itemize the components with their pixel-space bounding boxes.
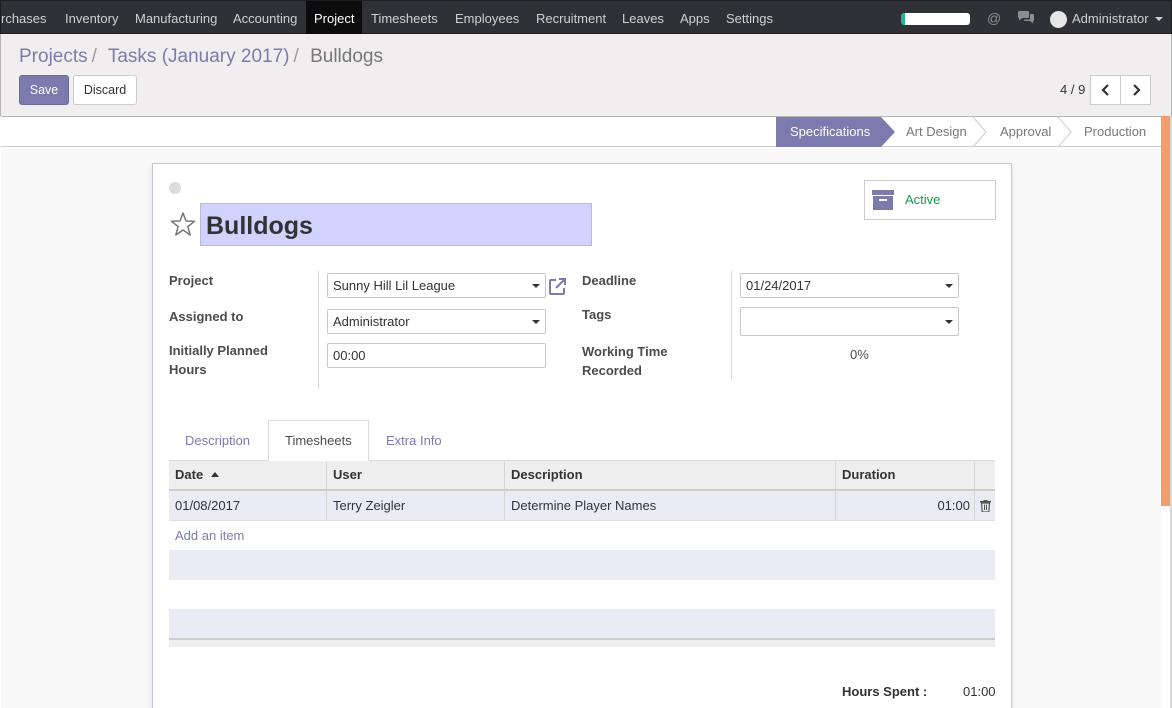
avatar[interactable] xyxy=(1050,11,1067,28)
assigned-to-select[interactable]: Administrator xyxy=(327,309,546,334)
working-time-value: 0% xyxy=(850,347,869,362)
project-label: Project xyxy=(169,273,214,288)
menu-recruitment[interactable]: Recruitment xyxy=(528,1,614,35)
timesheet-table-footer xyxy=(169,638,995,647)
breadcrumb-current: Bulldogs xyxy=(310,46,383,67)
menu-settings[interactable]: Settings xyxy=(718,1,781,35)
stage-separator xyxy=(1058,117,1072,147)
external-link-icon[interactable] xyxy=(548,277,567,296)
planned-hours-input[interactable]: 00:00 xyxy=(327,343,546,368)
planned-hours-label-line1: Initially Planned xyxy=(169,343,268,358)
tags-label: Tags xyxy=(582,307,612,322)
save-button[interactable]: Save xyxy=(19,75,69,105)
tags-select[interactable] xyxy=(740,307,959,336)
top-navbar: rchases Inventory Manufacturing Accounti… xyxy=(0,0,1172,36)
column-date[interactable]: Date xyxy=(169,461,327,489)
menu-accounting[interactable]: Accounting xyxy=(225,1,305,35)
row-duration: 01:00 xyxy=(836,491,975,520)
table-row[interactable]: 01/08/2017 Terry Zeigler Determine Playe… xyxy=(169,491,995,521)
kanban-state-icon[interactable] xyxy=(169,182,181,194)
assigned-to-select-value: Administrator xyxy=(333,314,410,329)
planned-hours-value: 00:00 xyxy=(333,348,366,363)
hours-spent-label: Hours Spent : xyxy=(842,684,928,699)
stage-specifications[interactable]: Specifications xyxy=(776,117,881,147)
menu-purchases[interactable]: rchases xyxy=(0,1,55,35)
row-user: Terry Zeigler xyxy=(327,491,505,520)
caret-down-icon xyxy=(532,320,540,324)
breadcrumb-tasks[interactable]: Tasks (January 2017) xyxy=(108,46,290,67)
pager-previous-button[interactable] xyxy=(1090,75,1121,105)
active-status-label: Active xyxy=(905,192,941,207)
working-time-label-line2: Recorded xyxy=(582,363,642,378)
star-icon[interactable] xyxy=(170,211,196,237)
project-select[interactable]: Sunny Hill Lil League xyxy=(327,273,546,298)
sort-ascending-icon xyxy=(211,472,220,477)
chevron-down-icon[interactable] xyxy=(1155,17,1163,21)
breadcrumb: Projects / Tasks (January 2017) / Bulldogs xyxy=(19,46,383,67)
chevron-left-icon xyxy=(1100,84,1109,96)
deadline-label: Deadline xyxy=(582,273,637,288)
deadline-value: 01/24/2017 xyxy=(746,278,812,293)
column-user[interactable]: User xyxy=(327,461,505,489)
project-select-value: Sunny Hill Lil League xyxy=(333,278,456,293)
stage-arrow xyxy=(881,117,895,147)
field-divider xyxy=(731,271,732,379)
chevron-right-icon xyxy=(1132,84,1141,96)
pager-value: 4 / 9 xyxy=(1060,82,1086,97)
menu-apps[interactable]: Apps xyxy=(672,1,718,35)
user-menu[interactable]: Administrator xyxy=(1072,1,1149,36)
assigned-to-label: Assigned to xyxy=(169,309,244,324)
tab-extra-info[interactable]: Extra Info xyxy=(370,420,458,461)
stage-statusbar: Specifications Art Design Approval Produ… xyxy=(1,116,1161,147)
menu-leaves[interactable]: Leaves xyxy=(614,1,672,35)
tab-timesheets[interactable]: Timesheets xyxy=(268,420,369,461)
caret-down-icon xyxy=(945,320,953,324)
menu-timesheets[interactable]: Timesheets xyxy=(363,1,446,35)
timesheet-table-header: Date User Description Duration xyxy=(169,461,995,491)
at-icon[interactable]: @ xyxy=(987,10,1001,26)
add-item-link[interactable]: Add an item xyxy=(175,528,244,543)
menu-manufacturing[interactable]: Manufacturing xyxy=(127,1,225,35)
loading-progressbar xyxy=(901,13,970,25)
deadline-input[interactable]: 01/24/2017 xyxy=(740,273,959,298)
archive-icon xyxy=(872,190,894,210)
trash-icon[interactable] xyxy=(980,500,991,512)
chat-icon[interactable] xyxy=(1017,10,1035,28)
discard-button[interactable]: Discard xyxy=(73,75,137,105)
tab-description[interactable]: Description xyxy=(169,420,266,461)
planned-hours-label-line2: Hours xyxy=(169,362,207,377)
task-name-input[interactable]: Bulldogs xyxy=(200,203,592,246)
menu-inventory[interactable]: Inventory xyxy=(57,1,126,35)
empty-row xyxy=(169,580,995,610)
empty-row xyxy=(169,609,995,639)
menu-project[interactable]: Project xyxy=(306,1,363,35)
control-panel: Projects / Tasks (January 2017) / Bulldogs… xyxy=(0,34,1172,116)
stage-separator xyxy=(973,117,987,147)
column-description[interactable]: Description xyxy=(505,461,836,489)
hours-spent-value: 01:00 xyxy=(963,684,996,699)
caret-down-icon xyxy=(532,284,540,288)
row-date: 01/08/2017 xyxy=(169,491,327,520)
working-time-label-line1: Working Time xyxy=(582,344,668,359)
caret-down-icon xyxy=(945,284,953,288)
pager-next-button[interactable] xyxy=(1120,75,1151,105)
menu-employees[interactable]: Employees xyxy=(447,1,527,35)
column-duration[interactable]: Duration xyxy=(836,461,975,489)
stage-art-design[interactable]: Art Design xyxy=(906,117,967,147)
row-description: Determine Player Names xyxy=(505,491,836,520)
empty-row xyxy=(169,550,995,580)
breadcrumb-projects[interactable]: Projects xyxy=(19,46,88,67)
field-divider xyxy=(318,271,319,389)
stage-approval[interactable]: Approval xyxy=(1000,117,1051,147)
stage-production[interactable]: Production xyxy=(1084,117,1146,147)
